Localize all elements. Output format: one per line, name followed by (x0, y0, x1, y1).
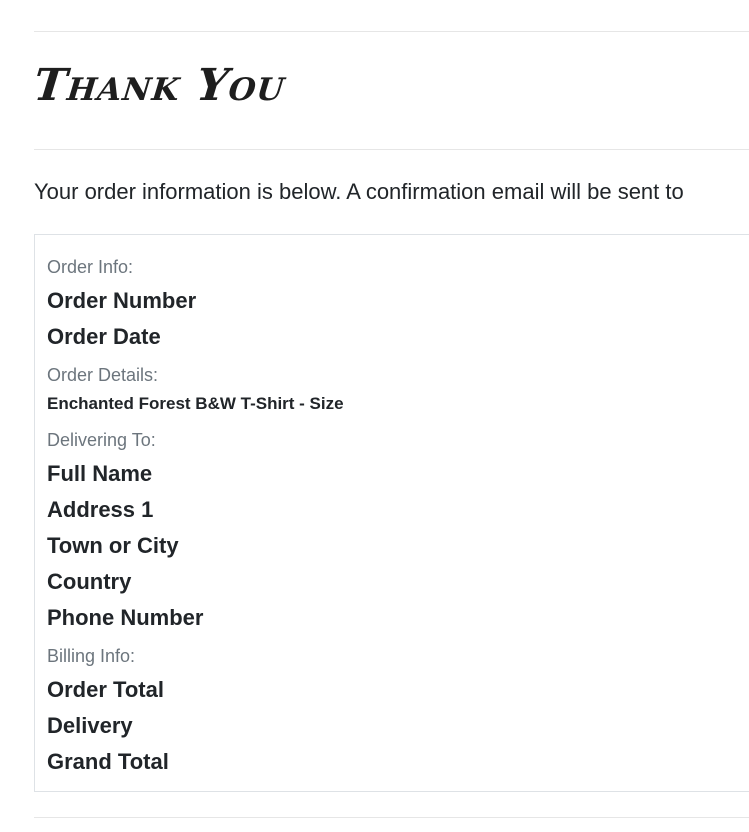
full-name-field: Full Name (47, 461, 153, 486)
page-title: Thank You (31, 60, 288, 111)
bottom-divider (34, 817, 749, 818)
town-or-city-field: Town or City (47, 533, 179, 558)
billing-info-label: Billing Info: (47, 646, 136, 666)
grand-total-field: Grand Total (47, 749, 169, 774)
order-info-label: Order Info: (47, 257, 134, 277)
order-item-line: Enchanted Forest B&W T-Shirt - Size (47, 394, 344, 413)
country-field: Country (47, 569, 132, 594)
delivering-to-label: Delivering To: (47, 430, 156, 450)
top-divider (34, 31, 749, 32)
order-date-field: Order Date (47, 324, 161, 349)
delivery-field: Delivery (47, 713, 133, 738)
intro-text: Your order information is below. A confi… (34, 179, 684, 204)
order-number-field: Order Number (47, 288, 197, 313)
title-divider (34, 149, 749, 150)
phone-number-field: Phone Number (47, 605, 204, 630)
order-details-label: Order Details: (47, 365, 159, 385)
address-1-field: Address 1 (47, 497, 154, 522)
order-total-field: Order Total (47, 677, 164, 702)
order-summary-box: Order Info: Order Number Order Date Orde… (34, 234, 749, 792)
